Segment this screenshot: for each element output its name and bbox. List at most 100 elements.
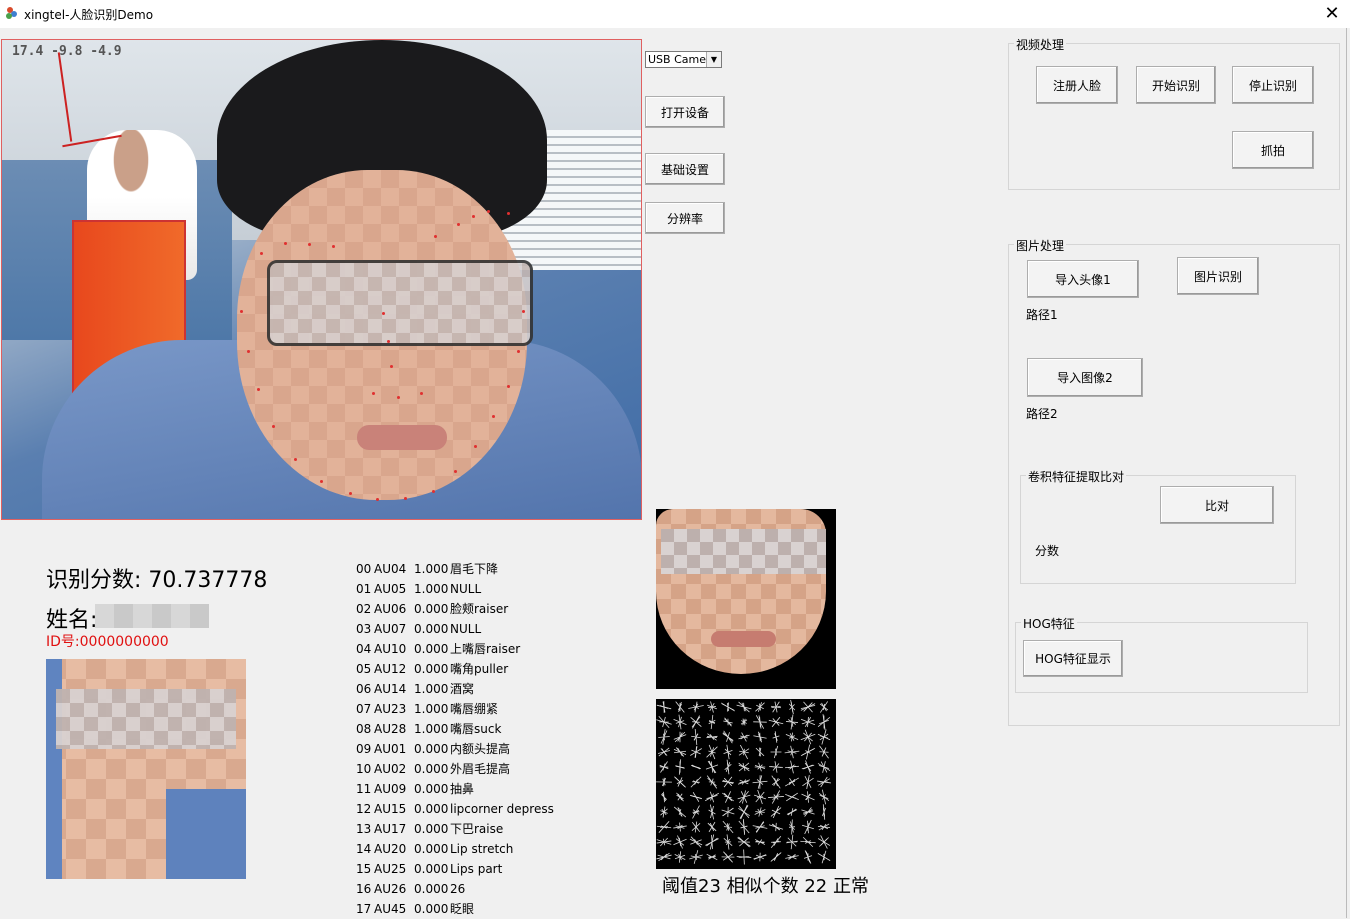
hog-cell	[785, 854, 798, 859]
compare-button[interactable]: 比对	[1160, 486, 1274, 524]
hog-cell	[789, 819, 795, 834]
resolution-button[interactable]: 分辨率	[645, 202, 725, 234]
face-landmark	[474, 445, 477, 448]
au-list: 00AU041.000眉毛下降01AU051.000NULL02AU060.00…	[356, 559, 554, 919]
au-index: 14	[356, 839, 374, 859]
au-value: 0.000	[414, 619, 450, 639]
au-description: NULL	[450, 619, 481, 639]
hog-cell	[725, 760, 732, 775]
au-code: AU28	[374, 719, 414, 739]
hog-cell	[786, 715, 798, 730]
face-landmark	[517, 350, 520, 353]
face-landmark	[457, 223, 460, 226]
hog-cell	[787, 808, 797, 816]
hog-cell	[737, 702, 752, 712]
au-value: 0.000	[414, 599, 450, 619]
au-code: AU14	[374, 679, 414, 699]
face-landmark	[257, 388, 260, 391]
name-label: 姓名:	[46, 602, 97, 634]
hog-cell	[801, 807, 814, 816]
face-landmark	[320, 480, 323, 483]
import-avatar1-button[interactable]: 导入头像1	[1027, 260, 1139, 298]
hog-cell	[692, 822, 700, 833]
au-value: 1.000	[414, 679, 450, 699]
au-description: 嘴唇绷紧	[450, 699, 498, 719]
au-index: 12	[356, 799, 374, 819]
hog-cell	[737, 850, 752, 865]
hog-display-button[interactable]: HOG特征显示	[1023, 640, 1123, 677]
hog-cell	[676, 793, 683, 801]
hog-cell	[673, 823, 686, 832]
au-index: 02	[356, 599, 374, 619]
au-index: 11	[356, 779, 374, 799]
au-row: 08AU281.000嘴唇suck	[356, 719, 554, 739]
face-landmark	[507, 212, 510, 215]
hog-cell	[786, 835, 798, 849]
au-code: AU25	[374, 859, 414, 879]
face-landmark	[308, 243, 311, 246]
score-label: 分数	[1035, 542, 1059, 559]
au-code: AU17	[374, 819, 414, 839]
au-row: 15AU250.000Lips part	[356, 859, 554, 879]
hog-cell	[739, 819, 749, 835]
hog-cell	[656, 716, 671, 728]
hog-cell	[773, 731, 780, 742]
hog-cell	[818, 824, 830, 830]
face-landmark	[382, 312, 385, 315]
face-landmark	[397, 396, 400, 399]
import-image2-button[interactable]: 导入图像2	[1027, 358, 1143, 397]
camera-select[interactable]: USB Camera ▼	[645, 51, 722, 68]
hog-cell	[785, 778, 799, 786]
capture-button[interactable]: 抓拍	[1232, 131, 1314, 169]
au-index: 09	[356, 739, 374, 759]
au-index: 16	[356, 879, 374, 899]
conv-feature-title: 卷积特征提取比对	[1026, 468, 1126, 485]
hog-cell	[657, 838, 672, 846]
stop-recognition-button[interactable]: 停止识别	[1232, 66, 1314, 104]
open-device-button[interactable]: 打开设备	[645, 96, 725, 128]
hog-cell	[804, 850, 812, 863]
hog-cell	[786, 733, 798, 742]
au-row: 05AU120.000嘴角puller	[356, 659, 554, 679]
hog-cell	[657, 701, 671, 713]
hog-cell	[753, 715, 767, 728]
hog-cell	[818, 714, 830, 730]
au-row: 09AU010.000内额头提高	[356, 739, 554, 759]
au-row: 12AU150.000lipcorner depress	[356, 799, 554, 819]
hog-cell	[691, 729, 701, 745]
au-value: 1.000	[414, 579, 450, 599]
register-face-button[interactable]: 注册人脸	[1036, 66, 1118, 104]
head-pose-readout: 17.4 -9.8 -4.9	[12, 44, 122, 59]
image-recognition-button[interactable]: 图片识别	[1177, 257, 1259, 295]
hog-cell	[818, 835, 830, 848]
start-recognition-button[interactable]: 开始识别	[1136, 66, 1216, 104]
hog-cell	[691, 777, 701, 788]
basic-settings-button[interactable]: 基础设置	[645, 153, 725, 185]
au-value: 1.000	[414, 719, 450, 739]
au-row: 03AU070.000NULL	[356, 619, 554, 639]
hog-cell	[789, 700, 795, 714]
face-landmark	[294, 458, 297, 461]
hog-cell	[755, 839, 765, 844]
hog-cell	[817, 777, 831, 787]
hog-cell	[705, 835, 718, 850]
face-landmark	[272, 425, 275, 428]
au-code: AU09	[374, 779, 414, 799]
face-landmark	[349, 492, 352, 495]
hog-cell	[771, 852, 781, 861]
close-button[interactable]: ✕	[1314, 0, 1350, 28]
path1-label: 路径1	[1026, 306, 1058, 323]
chevron-down-icon[interactable]: ▼	[706, 52, 721, 67]
au-index: 17	[356, 899, 374, 919]
hog-cell	[756, 747, 764, 756]
hog-cell	[755, 763, 766, 771]
au-code: AU01	[374, 739, 414, 759]
au-value: 0.000	[414, 799, 450, 819]
hog-cell	[738, 790, 751, 803]
au-row: 06AU141.000酒窝	[356, 679, 554, 699]
hog-cell	[723, 821, 733, 833]
hog-cell	[755, 807, 766, 816]
au-index: 05	[356, 659, 374, 679]
hog-cell	[738, 805, 749, 819]
au-code: AU06	[374, 599, 414, 619]
